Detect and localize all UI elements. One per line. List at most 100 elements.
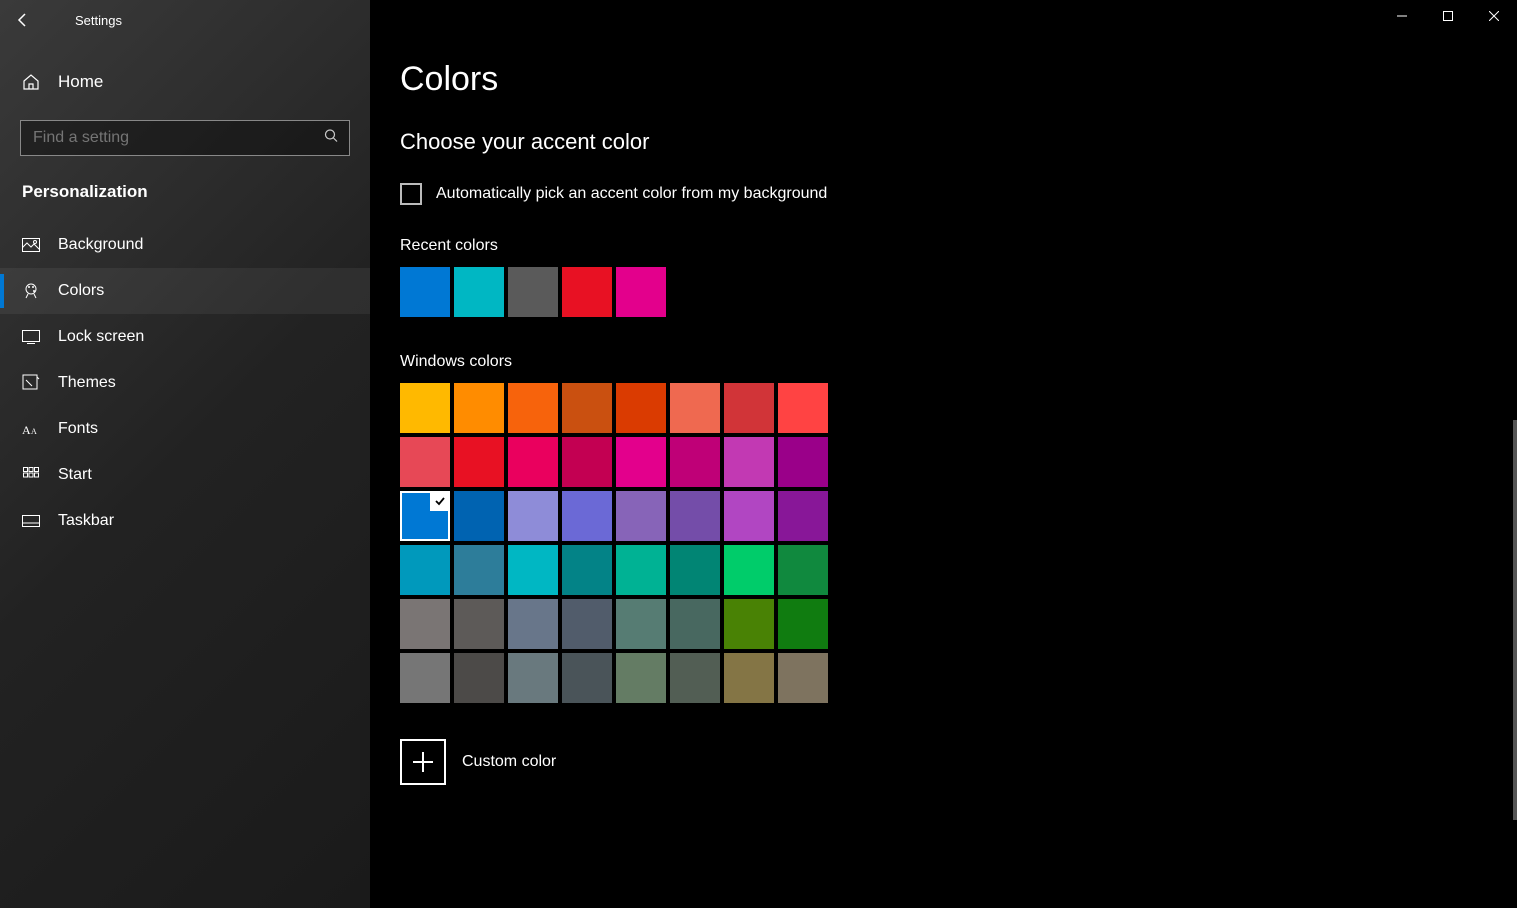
nav-list: Background Colors Lock screen ThemesAAFonts… — [0, 222, 370, 544]
close-icon — [1489, 11, 1499, 21]
color-swatch[interactable] — [724, 545, 774, 595]
sidebar-item-themes[interactable]: Themes — [0, 360, 370, 406]
color-swatch[interactable] — [670, 437, 720, 487]
color-swatch[interactable] — [454, 545, 504, 595]
sidebar-item-taskbar[interactable]: Taskbar — [0, 498, 370, 544]
color-swatch[interactable] — [454, 599, 504, 649]
auto-pick-label: Automatically pick an accent color from … — [436, 185, 827, 203]
search-input[interactable] — [20, 120, 350, 156]
nav-icon — [22, 238, 40, 252]
color-swatch[interactable] — [616, 383, 666, 433]
color-swatch[interactable] — [562, 437, 612, 487]
recent-color-swatch[interactable] — [508, 267, 558, 317]
nav-item-label: Lock screen — [58, 328, 144, 346]
color-swatch[interactable] — [400, 545, 450, 595]
nav-icon — [22, 330, 40, 344]
color-swatch[interactable] — [508, 383, 558, 433]
sidebar-item-colors[interactable]: Colors — [0, 268, 370, 314]
nav-icon — [22, 282, 40, 300]
minimize-icon — [1397, 11, 1407, 21]
color-swatch[interactable] — [778, 545, 828, 595]
color-swatch[interactable] — [670, 491, 720, 541]
sidebar-item-fonts[interactable]: AAFonts — [0, 406, 370, 452]
section-title: Choose your accent color — [400, 129, 1487, 155]
color-swatch[interactable] — [724, 599, 774, 649]
color-swatch[interactable] — [778, 653, 828, 703]
recent-colors-row — [400, 267, 1487, 317]
color-swatch[interactable] — [670, 599, 720, 649]
recent-color-swatch[interactable] — [616, 267, 666, 317]
page-title: Colors — [400, 60, 1487, 99]
color-swatch[interactable] — [562, 491, 612, 541]
recent-color-swatch[interactable] — [562, 267, 612, 317]
color-swatch[interactable] — [400, 437, 450, 487]
color-swatch[interactable] — [670, 383, 720, 433]
checkbox-box — [400, 183, 422, 205]
color-swatch[interactable] — [562, 383, 612, 433]
color-swatch[interactable] — [778, 491, 828, 541]
color-swatch[interactable] — [508, 545, 558, 595]
color-swatch[interactable] — [400, 599, 450, 649]
color-swatch[interactable] — [616, 437, 666, 487]
plus-icon — [413, 752, 433, 772]
nav-icon — [22, 467, 40, 483]
windows-colors-grid — [400, 383, 1487, 703]
nav-item-label: Start — [58, 466, 92, 484]
nav-item-label: Colors — [58, 282, 104, 300]
main-content: Colors Choose your accent color Automati… — [370, 0, 1517, 908]
color-swatch[interactable] — [724, 653, 774, 703]
search-icon — [324, 129, 338, 148]
color-swatch[interactable] — [562, 545, 612, 595]
svg-text:A: A — [31, 427, 37, 436]
color-swatch[interactable] — [616, 599, 666, 649]
color-swatch[interactable] — [562, 599, 612, 649]
recent-colors-label: Recent colors — [400, 237, 1487, 255]
custom-color-label: Custom color — [462, 753, 556, 771]
color-swatch[interactable] — [616, 491, 666, 541]
back-button[interactable] — [0, 0, 45, 40]
home-icon — [22, 73, 40, 91]
window-title: Settings — [75, 13, 122, 28]
color-swatch[interactable] — [400, 491, 450, 541]
color-swatch[interactable] — [670, 653, 720, 703]
color-swatch[interactable] — [508, 653, 558, 703]
sidebar-item-background[interactable]: Background — [0, 222, 370, 268]
color-swatch[interactable] — [724, 437, 774, 487]
category-title: Personalization — [0, 174, 370, 222]
color-swatch[interactable] — [454, 491, 504, 541]
maximize-button[interactable] — [1425, 0, 1471, 32]
recent-color-swatch[interactable] — [454, 267, 504, 317]
color-swatch[interactable] — [508, 491, 558, 541]
color-swatch[interactable] — [400, 653, 450, 703]
close-button[interactable] — [1471, 0, 1517, 32]
color-swatch[interactable] — [724, 383, 774, 433]
sidebar-item-start[interactable]: Start — [0, 452, 370, 498]
auto-pick-checkbox[interactable]: Automatically pick an accent color from … — [400, 183, 1487, 205]
minimize-button[interactable] — [1379, 0, 1425, 32]
color-swatch[interactable] — [616, 653, 666, 703]
color-swatch[interactable] — [778, 383, 828, 433]
color-swatch[interactable] — [778, 437, 828, 487]
color-swatch[interactable] — [400, 383, 450, 433]
color-swatch[interactable] — [724, 491, 774, 541]
color-swatch[interactable] — [454, 437, 504, 487]
arrow-left-icon — [15, 12, 31, 28]
sidebar: Home Personalization Background Colors Loc… — [0, 0, 370, 908]
color-swatch[interactable] — [562, 653, 612, 703]
color-swatch[interactable] — [616, 545, 666, 595]
recent-color-swatch[interactable] — [400, 267, 450, 317]
color-swatch[interactable] — [454, 383, 504, 433]
color-swatch[interactable] — [508, 437, 558, 487]
nav-icon — [22, 374, 40, 392]
custom-color-button[interactable] — [400, 739, 446, 785]
sidebar-item-lock-screen[interactable]: Lock screen — [0, 314, 370, 360]
color-swatch[interactable] — [508, 599, 558, 649]
scrollbar[interactable] — [1513, 420, 1517, 820]
home-label: Home — [58, 72, 103, 92]
nav-icon — [22, 515, 40, 527]
nav-item-label: Taskbar — [58, 512, 114, 530]
color-swatch[interactable] — [454, 653, 504, 703]
home-link[interactable]: Home — [0, 60, 370, 104]
color-swatch[interactable] — [670, 545, 720, 595]
color-swatch[interactable] — [778, 599, 828, 649]
